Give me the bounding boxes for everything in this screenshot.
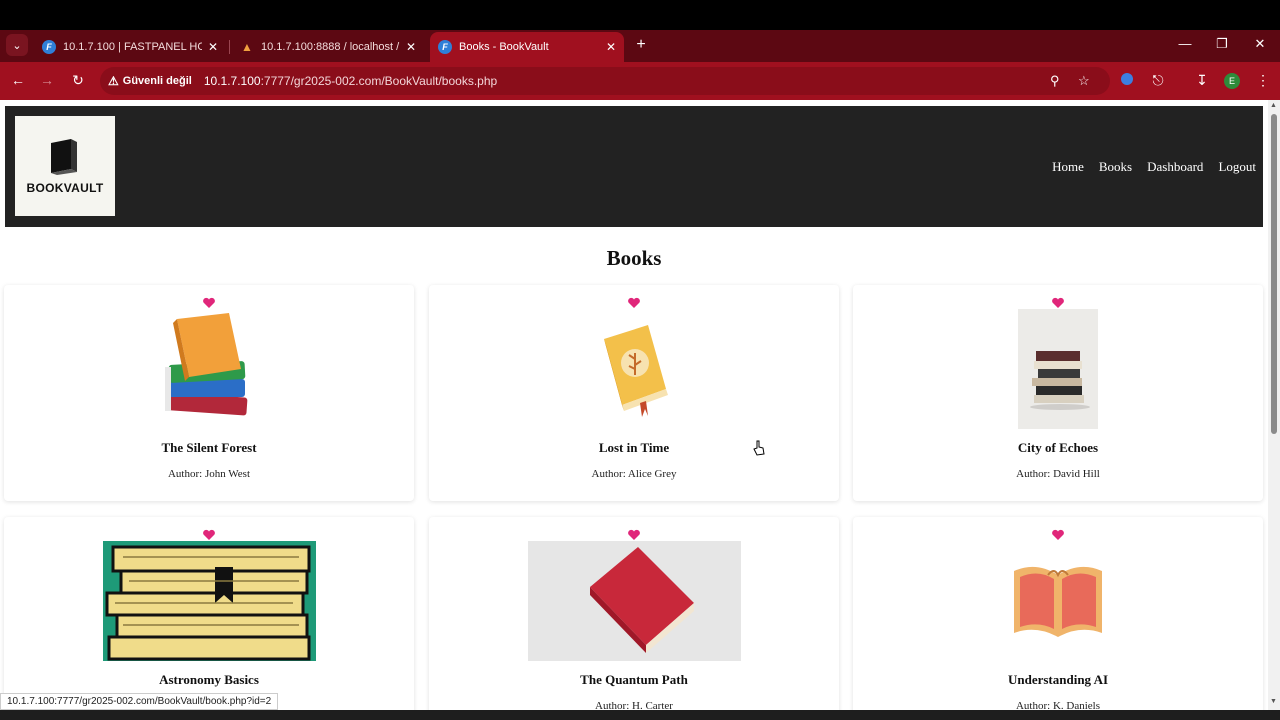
star-icon[interactable]: ☆ <box>1078 73 1090 89</box>
scroll-thumb[interactable] <box>1271 114 1277 434</box>
close-icon[interactable]: ✕ <box>208 40 218 54</box>
fastpanel-icon: F <box>42 40 56 54</box>
book-title[interactable]: Astronomy Basics <box>4 672 414 688</box>
tab-search-button[interactable]: ⌄ <box>6 34 28 56</box>
page-viewport: BOOKVAULT Home Books Dashboard Logout Bo… <box>0 100 1268 710</box>
tab-separator <box>229 40 230 54</box>
nav-books[interactable]: Books <box>1099 159 1132 175</box>
heart-icon[interactable] <box>202 297 216 309</box>
book-card[interactable]: Lost in Time Author: Alice Grey <box>429 285 839 501</box>
profile-avatar[interactable]: E <box>1224 73 1240 89</box>
close-icon: ✕ <box>1254 36 1266 51</box>
page-title: Books <box>606 246 662 270</box>
book-card[interactable]: The Silent Forest Author: John West <box>4 285 414 501</box>
heart-icon[interactable] <box>202 529 216 541</box>
arrow-right-icon: → <box>40 72 54 88</box>
plus-icon: + <box>636 36 646 53</box>
book-author: Author: K. Daniels <box>1015 700 1100 710</box>
kebab-menu-icon[interactable]: ⋮ <box>1254 72 1272 89</box>
security-indicator[interactable]: ⚠ Güvenli değil <box>108 74 192 88</box>
tab-bar: ⌄ F 10.1.7.100 | FASTPANEL HOSTING ✕ ▲ 1… <box>0 30 1280 62</box>
book-author: Author: John West <box>167 468 251 480</box>
book-card[interactable]: City of Echoes Author: David Hill <box>853 285 1263 501</box>
site-logo[interactable]: BOOKVAULT <box>15 116 115 216</box>
restore-button[interactable]: ❐ <box>1212 36 1232 52</box>
book-cover[interactable] <box>15 309 403 429</box>
book-title[interactable]: The Silent Forest <box>4 440 414 456</box>
browser-toolbar: ← → ↻ ⚠ Güvenli değil 10.1.7.100:7777/gr… <box>0 62 1280 100</box>
book-author: Author: David Hill <box>1016 468 1100 480</box>
zoom-icon[interactable]: ⚲ <box>1050 73 1060 89</box>
forward-button[interactable]: → <box>38 72 56 88</box>
red-book-illustration <box>527 541 741 661</box>
book-card[interactable]: Understanding AI Author: K. Daniels <box>853 517 1263 710</box>
book-author: Author: Alice Grey <box>591 468 677 480</box>
url-text[interactable]: 10.1.7.100:7777/gr2025-002.com/BookVault… <box>204 74 497 88</box>
close-window-button[interactable]: ✕ <box>1250 36 1270 52</box>
fastpanel-icon: F <box>438 40 452 54</box>
book-title[interactable]: Lost in Time <box>429 440 839 456</box>
new-tab-button[interactable]: + <box>632 36 650 54</box>
close-icon[interactable]: ✕ <box>406 40 416 54</box>
book-cover[interactable] <box>864 309 1252 429</box>
reload-button[interactable]: ↻ <box>69 72 87 89</box>
photo-book-stack-illustration <box>1018 309 1098 429</box>
book-stack-illustration <box>165 313 248 416</box>
extension-blob-icon[interactable] <box>1118 72 1136 88</box>
scroll-up-icon[interactable]: ▲ <box>1270 102 1277 109</box>
minimize-button[interactable]: — <box>1175 36 1195 51</box>
hand-cursor-icon <box>753 440 765 456</box>
os-taskbar <box>0 710 1280 720</box>
book-title[interactable]: City of Echoes <box>853 440 1263 456</box>
chevron-down-icon: ⌄ <box>12 39 22 52</box>
book-logo-icon <box>51 139 77 175</box>
puzzle-icon[interactable]: ⎋ <box>1149 72 1167 89</box>
nav-logout[interactable]: Logout <box>1218 159 1256 175</box>
book-title[interactable]: Understanding AI <box>853 672 1263 688</box>
book-cover[interactable] <box>15 541 403 661</box>
book-title[interactable]: The Quantum Path <box>429 672 839 688</box>
book-card[interactable]: The Quantum Path Author: H. Carter <box>429 517 839 710</box>
reload-icon: ↻ <box>72 72 84 88</box>
tab-phpmyadmin[interactable]: ▲ 10.1.7.100:8888 / localhost / bookvaul… <box>232 32 424 62</box>
book-cover[interactable] <box>440 309 828 429</box>
close-icon[interactable]: ✕ <box>606 40 616 54</box>
open-book-illustration <box>1014 566 1102 637</box>
phpmyadmin-icon: ▲ <box>241 40 253 54</box>
minimize-icon: — <box>1178 36 1192 51</box>
screen-top-strip <box>0 0 1280 30</box>
download-icon[interactable]: ↧ <box>1193 72 1211 89</box>
heart-icon[interactable] <box>1051 297 1065 309</box>
heart-icon[interactable] <box>627 297 641 309</box>
restore-icon: ❐ <box>1216 36 1228 51</box>
address-bar[interactable]: ⚠ Güvenli değil 10.1.7.100:7777/gr2025-0… <box>100 67 1110 95</box>
book-author: Author: H. Carter <box>595 700 673 710</box>
heart-icon[interactable] <box>1051 529 1065 541</box>
site-header: BOOKVAULT Home Books Dashboard Logout <box>5 106 1263 227</box>
back-button[interactable]: ← <box>9 72 27 88</box>
arrow-left-icon: ← <box>11 72 25 88</box>
scroll-down-icon[interactable]: ▼ <box>1270 698 1277 705</box>
main-nav: Home Books Dashboard Logout <box>1052 159 1256 175</box>
status-link-preview: 10.1.7.100:7777/gr2025-002.com/BookVault… <box>0 693 279 710</box>
leaf-book-illustration <box>604 325 668 417</box>
page-scrollbar[interactable]: ▲ ▼ <box>1268 100 1280 710</box>
cartoon-book-stack-illustration <box>102 541 316 661</box>
book-cover[interactable] <box>864 541 1252 661</box>
heart-icon[interactable] <box>627 529 641 541</box>
nav-dashboard[interactable]: Dashboard <box>1147 159 1203 175</box>
book-card[interactable]: Astronomy Basics Author: <box>4 517 414 710</box>
nav-home[interactable]: Home <box>1052 159 1084 175</box>
warning-icon: ⚠ <box>108 74 119 88</box>
tab-books-active[interactable]: F Books - BookVault ✕ <box>430 32 624 62</box>
tab-fastpanel[interactable]: F 10.1.7.100 | FASTPANEL HOSTING ✕ <box>34 32 226 62</box>
book-cover[interactable] <box>440 541 828 661</box>
